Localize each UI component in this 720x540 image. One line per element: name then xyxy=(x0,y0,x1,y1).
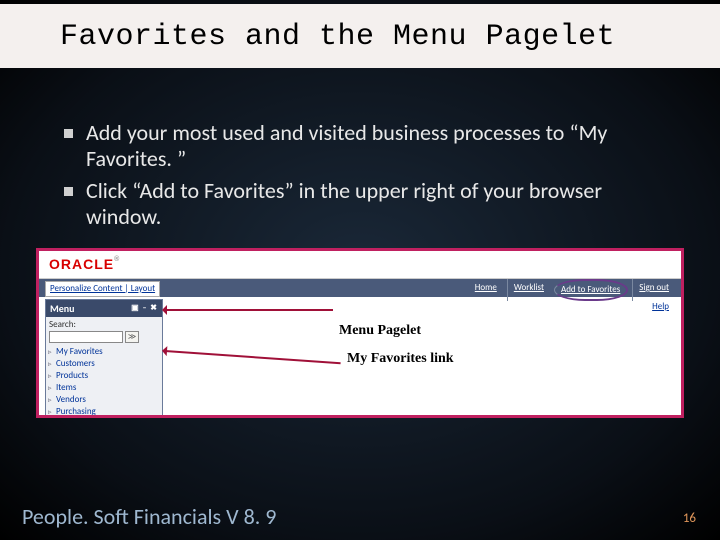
sidebar-item-items[interactable]: Items xyxy=(48,382,160,394)
search-go-icon[interactable]: ≫ xyxy=(125,331,139,343)
menu-pagelet: Menu ▣ – ✖ Search: ≫ My Favorites Custom… xyxy=(45,299,163,418)
slide-title: Favorites and the Menu Pagelet xyxy=(0,4,720,60)
callout-menu-pagelet: Menu Pagelet xyxy=(339,323,421,339)
arrow-icon xyxy=(165,350,341,364)
menu-search: Search: ≫ xyxy=(46,317,162,345)
header-right-links: Home Worklist Add to Favorites Sign out xyxy=(469,279,675,301)
menu-title: Menu xyxy=(50,302,75,315)
menu-controls-icon[interactable]: ▣ – ✖ xyxy=(131,303,158,313)
oracle-bar: ORACLE® xyxy=(39,251,681,279)
home-link[interactable]: Home xyxy=(469,279,503,301)
footer-text: People. Soft Financials V 8. 9 xyxy=(22,503,276,530)
search-label: Search: xyxy=(49,319,159,330)
oracle-logo: ORACLE® xyxy=(49,256,120,272)
signout-link[interactable]: Sign out xyxy=(632,279,675,301)
search-input[interactable] xyxy=(49,331,123,343)
help-link[interactable]: Help xyxy=(652,301,669,312)
list-item: Add your most used and visited business … xyxy=(56,120,680,172)
sidebar-item-products[interactable]: Products xyxy=(48,370,160,382)
sidebar-item-customers[interactable]: Customers xyxy=(48,358,160,370)
embedded-screenshot: ORACLE® Personalize Content | Layout Hom… xyxy=(36,248,684,418)
sidebar-item-purchasing[interactable]: Purchasing xyxy=(48,406,160,418)
add-to-favorites-link[interactable]: Add to Favorites xyxy=(554,279,628,301)
menu-items: My Favorites Customers Products Items Ve… xyxy=(46,345,162,418)
header-strip: Personalize Content | Layout Home Workli… xyxy=(39,279,681,297)
callout-my-favorites: My Favorites link xyxy=(347,351,454,367)
sidebar-item-my-favorites[interactable]: My Favorites xyxy=(48,346,160,358)
arrow-icon xyxy=(165,309,333,311)
menu-header: Menu ▣ – ✖ xyxy=(46,300,162,317)
slide-number: 16 xyxy=(683,511,696,526)
personalize-links[interactable]: Personalize Content | Layout xyxy=(45,281,160,297)
sidebar-item-vendors[interactable]: Vendors xyxy=(48,394,160,406)
list-item: Click “Add to Favorites” in the upper ri… xyxy=(56,178,680,230)
bullet-list: Add your most used and visited business … xyxy=(56,120,680,230)
worklist-link[interactable]: Worklist xyxy=(507,279,550,301)
